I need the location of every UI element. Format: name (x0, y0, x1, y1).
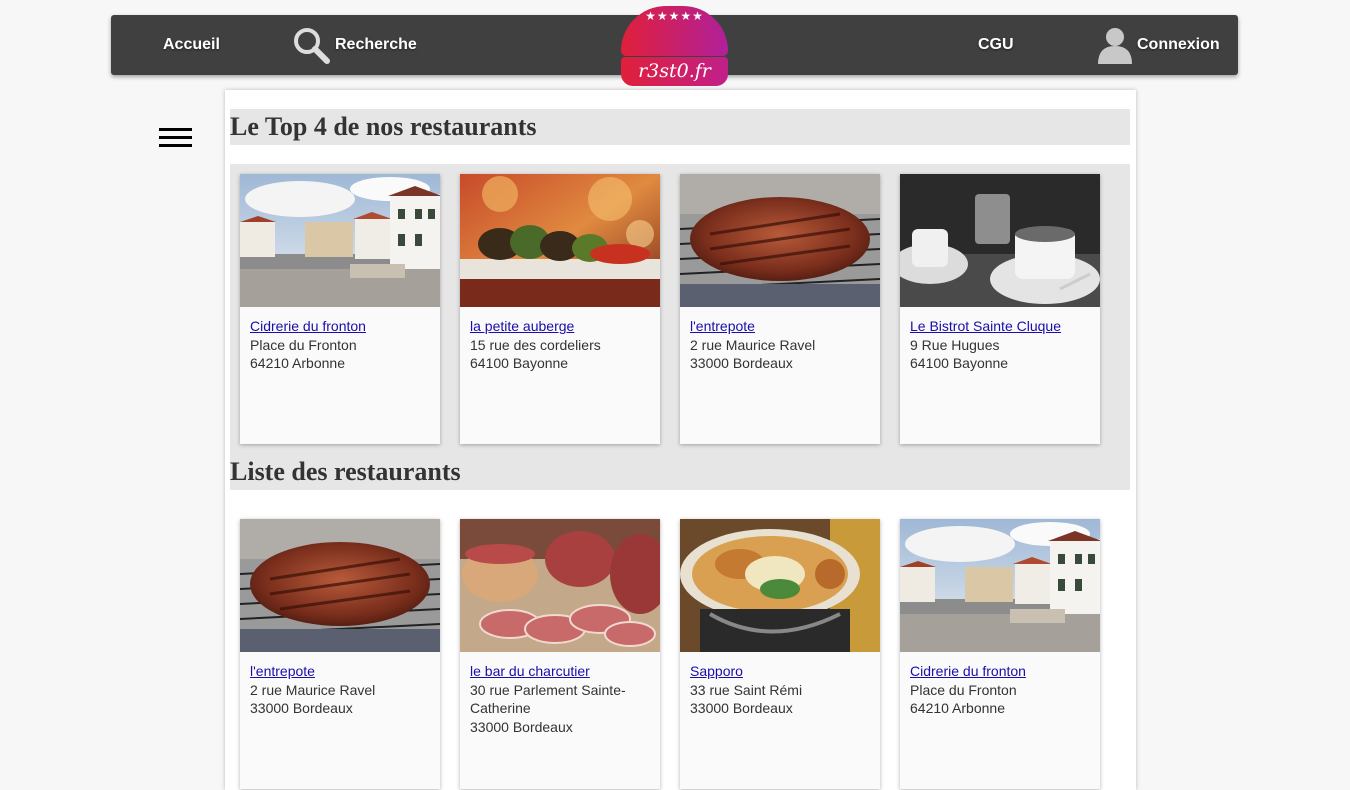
top-section-title: Le Top 4 de nos restaurants (230, 109, 1130, 145)
restaurant-card: Cidrerie du fronton Place du Fronton 642… (900, 519, 1100, 789)
restaurant-address: Place du Fronton (910, 681, 1017, 698)
main-content: Le Top 4 de nos restaurants Cidrerie du … (225, 90, 1136, 790)
restaurant-photo-steak (240, 519, 440, 652)
list-section-title: Liste des restaurants (230, 454, 1130, 490)
restaurant-city: 64100 Bayonne (470, 355, 569, 371)
nav-search-link[interactable]: Recherche (291, 15, 417, 75)
nav-cgu-link[interactable]: CGU (978, 15, 1014, 75)
restaurant-address: 2 rue Maurice Ravel (250, 681, 376, 698)
restaurant-city: 33000 Bordeaux (470, 718, 573, 735)
restaurant-city: 64210 Arbonne (250, 355, 345, 371)
restaurant-card: l'entrepote 2 rue Maurice Ravel 33000 Bo… (680, 174, 880, 444)
restaurant-card: la petite auberge 15 rue des cordeliers … (460, 174, 660, 444)
restaurant-address: Place du Fronton (250, 336, 357, 353)
hamburger-bar (159, 136, 192, 139)
nav-search-label: Recherche (335, 36, 417, 53)
restaurant-name-link[interactable]: Sapporo (690, 662, 875, 681)
search-icon (294, 28, 330, 64)
restaurant-photo-coffee (900, 174, 1100, 307)
restaurant-name-link[interactable]: Le Bistrot Sainte Cluque (910, 317, 1095, 336)
restaurant-card: Le Bistrot Sainte Cluque 9 Rue Hugues 64… (900, 174, 1100, 444)
restaurant-card: l'entrepote 2 rue Maurice Ravel 33000 Bo… (240, 519, 440, 789)
restaurant-address: 15 rue des cordeliers (470, 336, 601, 353)
restaurant-name-link[interactable]: l'entrepote (250, 662, 435, 681)
restaurant-name-link[interactable]: l'entrepote (690, 317, 875, 336)
restaurant-card: le bar du charcutier 30 rue Parlement Sa… (460, 519, 660, 789)
logo-top: ★★★★★ (621, 6, 728, 56)
restaurant-city: 33000 Bordeaux (690, 700, 793, 716)
nav-cgu-label: CGU (978, 36, 1014, 53)
restaurant-address: 33 rue Saint Rémi (690, 681, 803, 698)
nav-home-label: Accueil (163, 36, 220, 53)
restaurant-city: 64210 Arbonne (910, 700, 1005, 716)
restaurant-address: 9 Rue Hugues (910, 336, 1000, 353)
logo-text: r3st0.fr (621, 57, 728, 86)
site-logo[interactable]: ★★★★★ r3st0.fr (621, 6, 728, 86)
restaurant-photo-steak (680, 174, 880, 307)
restaurant-photo-house (900, 519, 1100, 652)
hamburger-bar (159, 144, 192, 147)
restaurant-city: 33000 Bordeaux (250, 700, 353, 716)
restaurant-city: 33000 Bordeaux (690, 355, 793, 371)
restaurant-photo-house (240, 174, 440, 307)
restaurant-address: 30 rue Parlement Sainte-Catherine (470, 681, 626, 717)
restaurant-city: 64100 Bayonne (910, 355, 1009, 371)
user-icon (1098, 28, 1132, 64)
hamburger-menu-icon[interactable] (159, 128, 192, 148)
restaurant-address: 2 rue Maurice Ravel (690, 336, 816, 353)
nav-login-label: Connexion (1137, 36, 1220, 53)
restaurant-name-link[interactable]: Cidrerie du fronton (250, 317, 435, 336)
restaurant-card: Cidrerie du fronton Place du Fronton 642… (240, 174, 440, 444)
restaurant-name-link[interactable]: Cidrerie du fronton (910, 662, 1095, 681)
logo-stars: ★★★★★ (645, 9, 704, 23)
restaurant-name-link[interactable]: le bar du charcutier (470, 662, 655, 681)
restaurant-name-link[interactable]: la petite auberge (470, 317, 655, 336)
restaurant-card: Sapporo 33 rue Saint Rémi 33000 Bordeaux (680, 519, 880, 789)
hamburger-bar (159, 128, 192, 131)
restaurant-photo-skewer (460, 174, 660, 307)
restaurant-photo-ramen (680, 519, 880, 652)
restaurant-photo-charcuterie (460, 519, 660, 652)
nav-home-link[interactable]: Accueil (163, 15, 220, 75)
nav-login-link[interactable]: Connexion (1097, 15, 1220, 75)
